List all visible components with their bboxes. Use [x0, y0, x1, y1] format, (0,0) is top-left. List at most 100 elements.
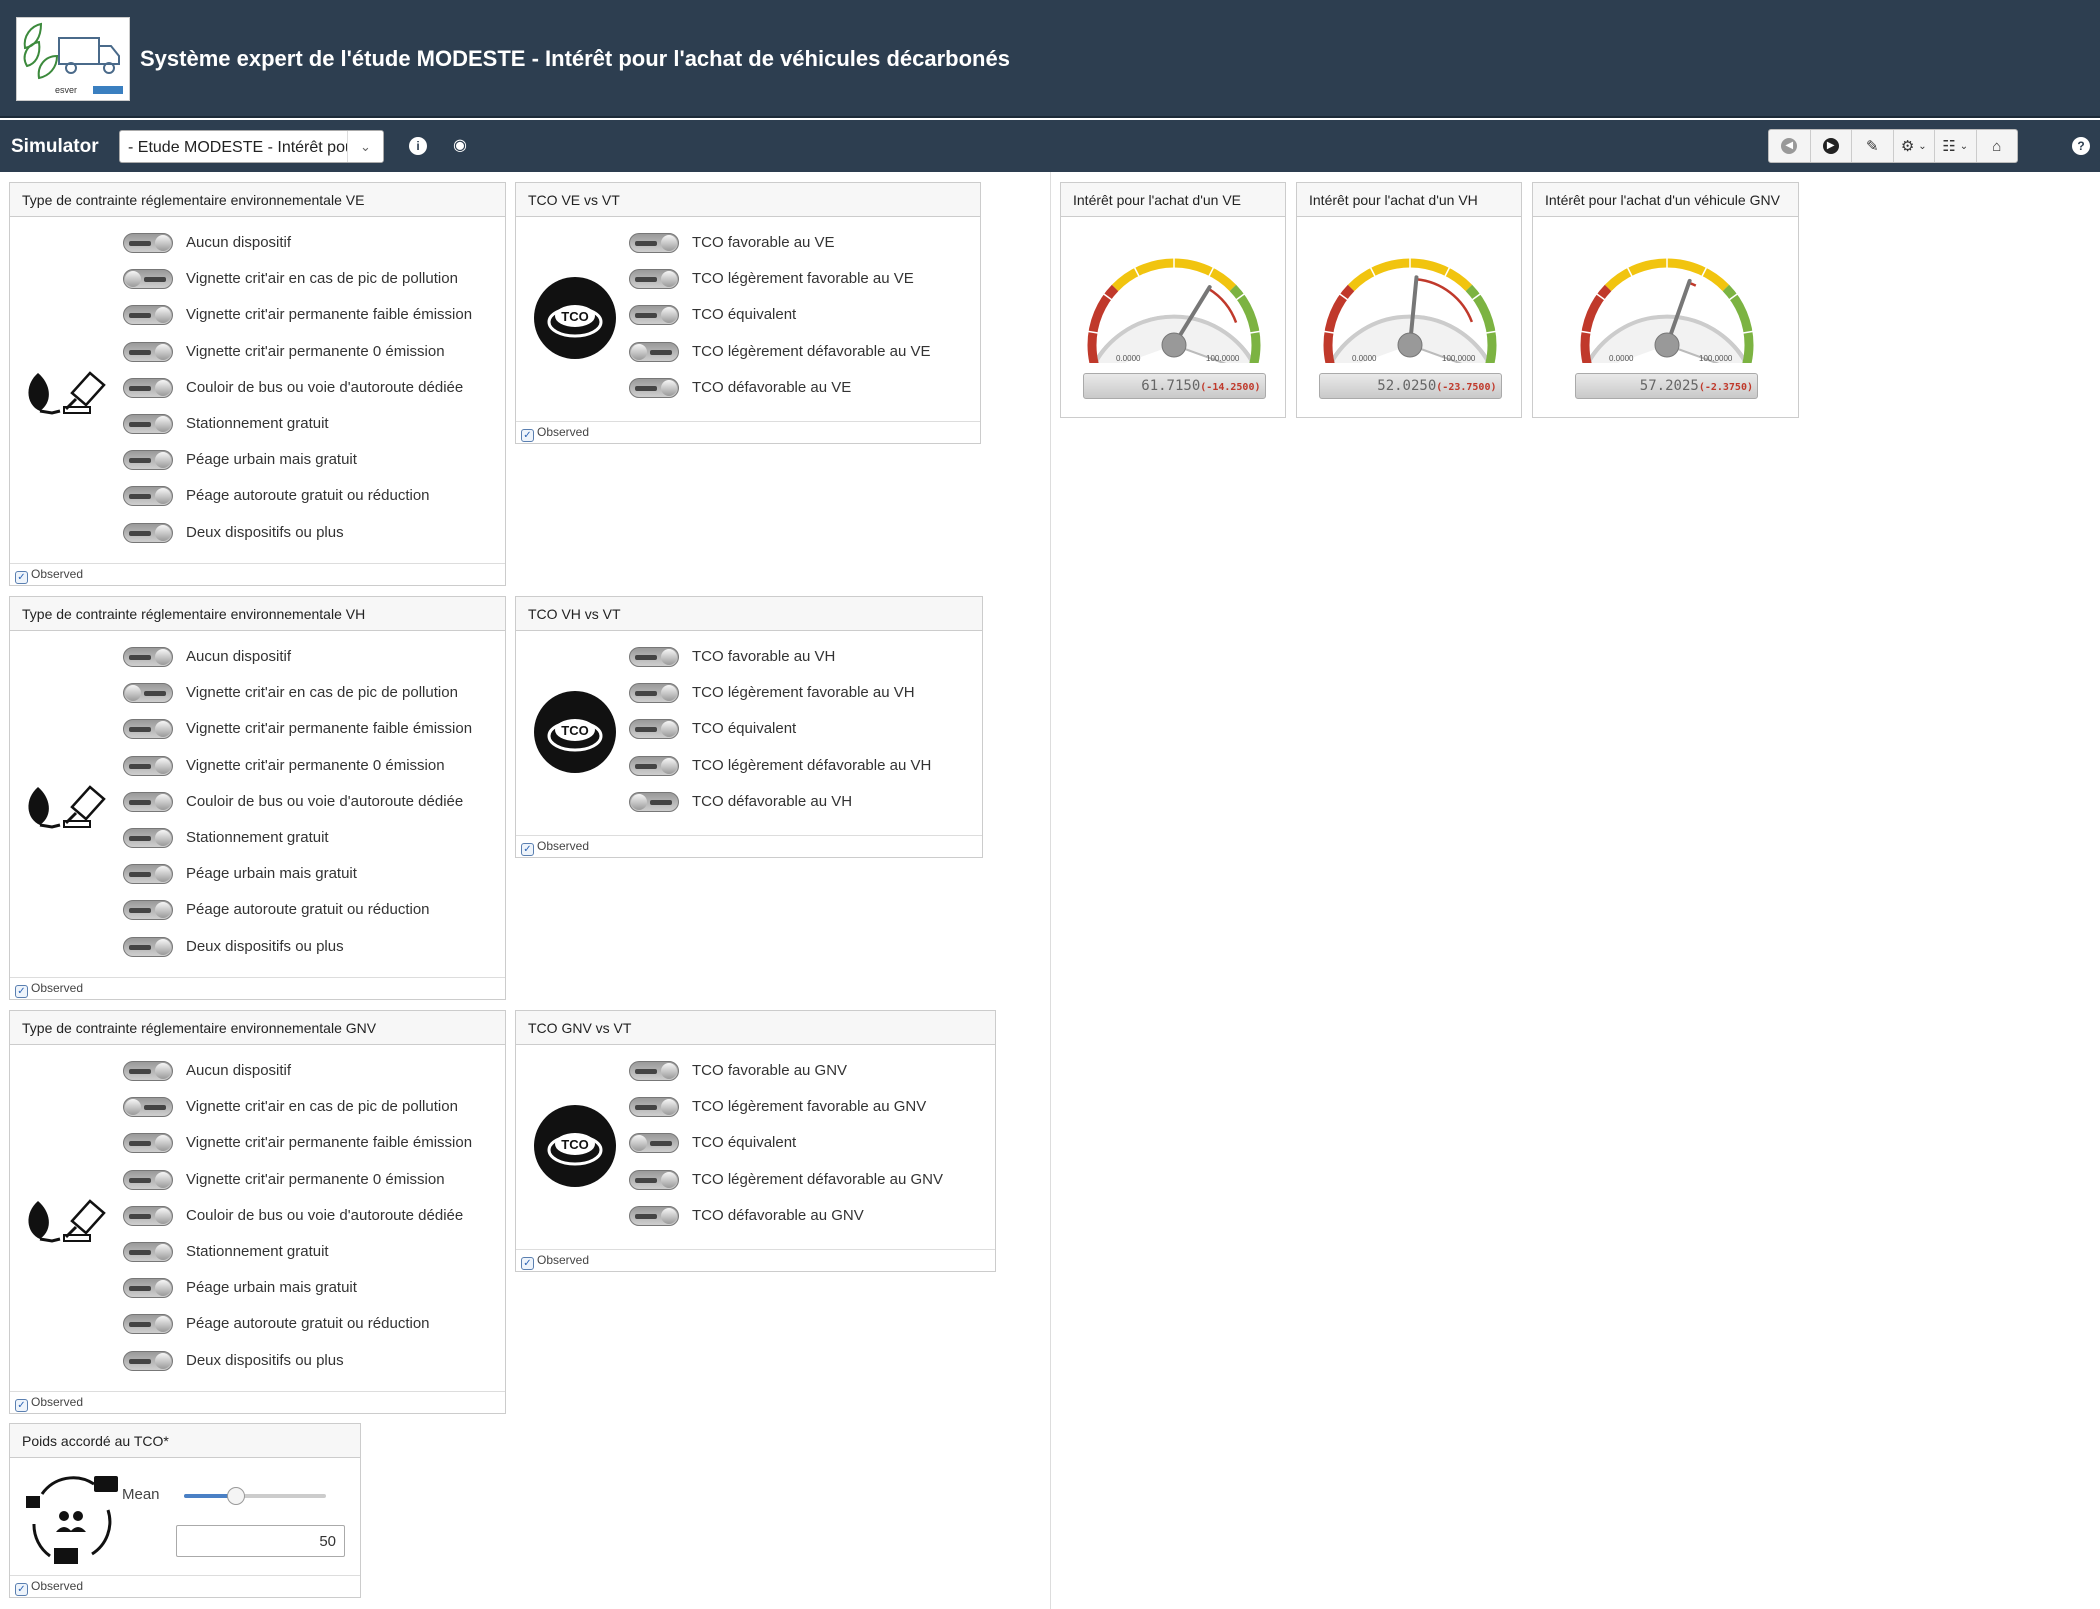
home-button[interactable]: ⌂ [1977, 130, 2018, 162]
state-toggle[interactable] [123, 828, 173, 848]
state-toggle[interactable] [629, 305, 679, 326]
state-toggle[interactable] [123, 486, 173, 507]
next-button[interactable]: ▶ [1811, 130, 1852, 162]
observed-checkbox[interactable]: ✓ [15, 985, 28, 998]
state-label: TCO favorable au VH [692, 648, 836, 665]
state-toggle[interactable] [629, 377, 679, 398]
observed-label: Observed [31, 981, 84, 995]
toggle-bar [635, 277, 657, 283]
eraser-icon: ✎ [1865, 138, 1879, 155]
model-select[interactable]: - Etude MODESTE - Intérêt pour l'achat ⌄ [119, 130, 384, 163]
toggle-bar [129, 944, 151, 950]
toggle-bar [635, 1213, 657, 1219]
weight-value-input[interactable] [176, 1525, 345, 1557]
toggle-bar [650, 349, 672, 355]
state-toggle[interactable] [123, 1133, 173, 1154]
slider-thumb[interactable] [226, 1487, 245, 1505]
state-toggle[interactable] [123, 1278, 173, 1299]
toggle-bar [129, 1250, 151, 1255]
state-toggle[interactable] [123, 647, 173, 667]
toggle-bar [129, 494, 151, 500]
state-label: TCO défavorable au VH [692, 792, 853, 810]
toggle-bar [129, 872, 151, 878]
observed-checkbox[interactable]: ✓ [15, 571, 28, 584]
toggle-knob [661, 307, 677, 324]
state-toggle[interactable] [629, 1061, 679, 1081]
observed-label: Observed [537, 839, 590, 853]
state-toggle[interactable] [123, 900, 173, 921]
state-toggle[interactable] [123, 341, 173, 362]
toggle-knob [125, 685, 141, 702]
state-toggle[interactable] [123, 414, 173, 434]
state-toggle[interactable] [123, 305, 173, 326]
toggle-knob [631, 793, 647, 810]
toggle-bar [144, 1105, 166, 1111]
state-label: TCO défavorable au GNV [692, 1206, 864, 1224]
state-toggle[interactable] [123, 1061, 173, 1081]
state-toggle[interactable] [629, 719, 679, 740]
state-toggle[interactable] [629, 1169, 679, 1190]
state-toggle[interactable] [123, 864, 173, 885]
state-toggle[interactable] [629, 791, 679, 812]
state-toggle[interactable] [123, 936, 173, 957]
state-label: TCO légèrement défavorable au GNV [692, 1170, 943, 1188]
gauge-dial: 0.0000 100.0000 [1087, 258, 1261, 363]
state-label: TCO légèrement défavorable au VH [692, 756, 932, 774]
gauge-value: 57.2025 [1639, 378, 1699, 394]
state-toggle[interactable] [629, 683, 679, 704]
state-toggle[interactable] [629, 233, 679, 253]
gauge-value: 61.7150 [1141, 378, 1201, 394]
state-toggle[interactable] [123, 683, 173, 704]
observed-checkbox[interactable]: ✓ [521, 429, 534, 442]
state-toggle[interactable] [123, 269, 173, 290]
state-toggle[interactable] [629, 341, 679, 362]
toggle-knob [155, 379, 171, 396]
state-toggle[interactable] [123, 377, 173, 398]
observed-checkbox[interactable]: ✓ [15, 1399, 28, 1412]
observed-checkbox[interactable]: ✓ [15, 1583, 28, 1596]
toggle-knob [155, 1352, 171, 1369]
eye-icon[interactable]: ◉ [451, 137, 469, 155]
state-toggle[interactable] [123, 1350, 173, 1371]
eraser-button[interactable]: ✎ [1852, 130, 1894, 162]
panel-title: Type de contrainte réglementaire environ… [10, 597, 505, 631]
state-toggle[interactable] [123, 1314, 173, 1335]
state-toggle[interactable] [629, 1133, 679, 1154]
gauge-panel: Intérêt pour l'achat d'un VE 0.0000 100.00… [1060, 182, 1286, 418]
observed-label: Observed [31, 1395, 84, 1409]
weight-slider[interactable] [184, 1487, 326, 1505]
state-toggle[interactable] [629, 1097, 679, 1118]
state-toggle[interactable] [123, 755, 173, 776]
state-label: Stationnement gratuit [186, 829, 329, 846]
state-toggle[interactable] [629, 755, 679, 776]
observed-checkbox[interactable]: ✓ [521, 1257, 534, 1270]
state-toggle[interactable] [629, 1205, 679, 1226]
state-toggle[interactable] [123, 791, 173, 812]
toggle-knob [661, 1171, 677, 1188]
hierarchy-button[interactable]: ☷ ⌄ [1935, 130, 1977, 162]
toggle-bar [129, 1177, 151, 1183]
state-toggle[interactable] [629, 647, 679, 667]
observed-checkbox[interactable]: ✓ [521, 843, 534, 856]
toggle-knob [155, 793, 171, 810]
toggle-knob [155, 1280, 171, 1297]
previous-button[interactable]: ◀ [1769, 130, 1811, 162]
info-icon[interactable]: i [409, 137, 427, 155]
help-icon[interactable]: ? [2072, 137, 2090, 155]
toggle-bar [635, 385, 657, 391]
state-toggle[interactable] [123, 1242, 173, 1262]
gauge-readout: 52.0250(-23.7500) [1318, 373, 1502, 399]
model-select-value: - Etude MODESTE - Intérêt pour l'achat [128, 139, 384, 156]
state-toggle[interactable] [123, 1205, 173, 1226]
state-label: Vignette crit'air permanente faible émis… [186, 1134, 473, 1152]
state-toggle[interactable] [123, 1169, 173, 1190]
tco-coin-icon: TCO [534, 691, 616, 773]
state-toggle[interactable] [123, 719, 173, 740]
state-toggle[interactable] [123, 233, 173, 253]
state-toggle[interactable] [123, 522, 173, 543]
state-toggle[interactable] [123, 450, 173, 471]
settings-button[interactable]: ⚙ ⌄ [1894, 130, 1935, 162]
state-toggle[interactable] [629, 269, 679, 290]
state-toggle[interactable] [123, 1097, 173, 1118]
observed-footer: ✓ Observed [516, 835, 982, 857]
